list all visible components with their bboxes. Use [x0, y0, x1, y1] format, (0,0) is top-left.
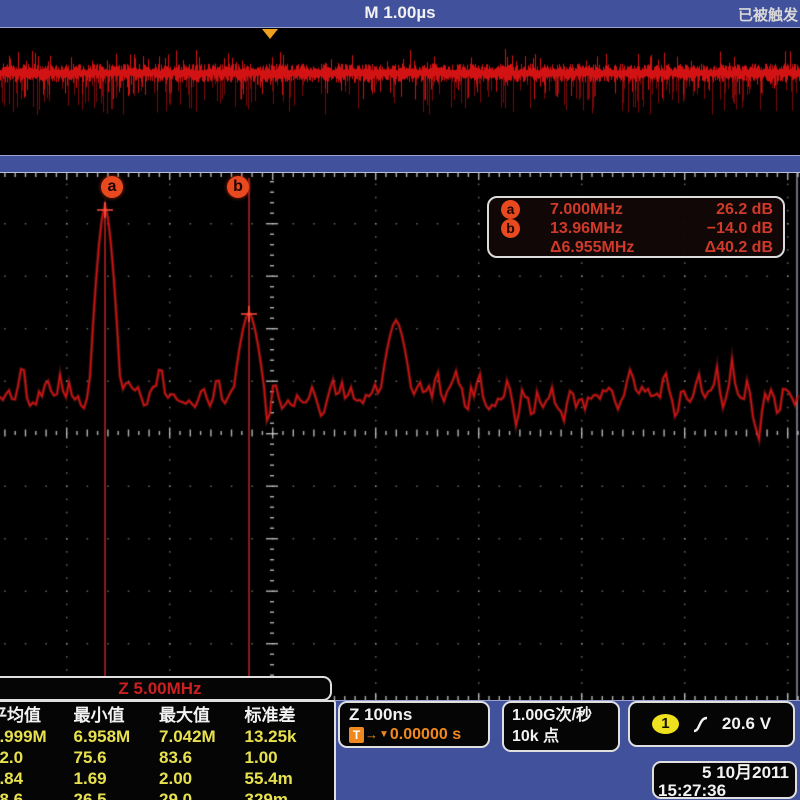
trigger-source-box: 1 20.6 V — [628, 701, 795, 747]
trigger-position-row: T → ▼ 0.00000 s — [349, 725, 488, 745]
cursor-delta-readout-row: Δ6.955MHz Δ40.2 dB — [501, 238, 773, 257]
zoom-timebase-label: Z 100ns — [349, 705, 488, 725]
cursor-delta-spacer — [501, 238, 520, 257]
cell: 1.00 — [245, 747, 334, 768]
main-timebase-label: M 1.00µs — [0, 3, 800, 23]
channel-1-badge: 1 — [652, 714, 679, 734]
cursor-delta-frequency: Δ6.955MHz — [524, 239, 681, 257]
cell: 329m — [245, 789, 334, 800]
trigger-status-label: 已被触发 — [738, 4, 798, 25]
cell: 2.00 — [159, 768, 245, 789]
cursor-b-frequency: 13.96MHz — [524, 220, 681, 238]
col-stddev-header: 标准差 — [245, 705, 334, 726]
cursor-b-badge[interactable]: b — [227, 176, 249, 198]
arrow-right-icon: → — [365, 725, 378, 745]
cursor-b-readout-row: b 13.96MHz −14.0 dB — [501, 219, 773, 238]
rising-edge-slope-icon — [692, 715, 709, 734]
cursor-a-level: 26.2 dB — [681, 201, 773, 219]
cell: 75.6 — [74, 747, 160, 768]
cell: 6.999M — [0, 726, 74, 747]
col-min-header: 最小值 — [74, 705, 160, 726]
cell: 83.6 — [159, 747, 245, 768]
cell: 1.69 — [74, 768, 160, 789]
cursor-b-level: −14.0 dB — [681, 220, 773, 238]
cursor-b-icon: b — [501, 219, 520, 238]
record-length-label: 10k 点 — [512, 726, 618, 747]
time-domain-trace-canvas — [0, 28, 800, 155]
trigger-level-value: 20.6 V — [722, 714, 771, 734]
table-row: 28.6 26.5 29.0 329m — [0, 789, 334, 800]
cell: 7.042M — [159, 726, 245, 747]
top-status-bar: M 1.00µs 已被触发 — [0, 0, 800, 28]
cell: 82.0 — [0, 747, 74, 768]
cell: 6.958M — [74, 726, 160, 747]
cell: 28.6 — [0, 789, 74, 800]
measurement-table: 平均值 最小值 最大值 标准差 6.999M 6.958M 7.042M 13.… — [0, 700, 336, 800]
cursor-delta-level: Δ40.2 dB — [681, 239, 773, 257]
trigger-position-value: 0.00000 s — [390, 725, 461, 745]
date-label: 5 10月2011 — [658, 764, 789, 782]
col-max-header: 最大值 — [159, 705, 245, 726]
trigger-t-icon: T — [349, 727, 364, 743]
trigger-position-marker-icon — [262, 29, 278, 39]
cell: 29.0 — [159, 789, 245, 800]
cursor-a-frequency: 7.000MHz — [524, 201, 681, 219]
oscilloscope-screen: M 1.00µs 已被触发 a b a 7.000MHz 26.2 dB b 1… — [0, 0, 800, 800]
down-triangle-icon: ▼ — [379, 725, 389, 745]
acquisition-status-box: 1.00G次/秒 10k 点 — [502, 701, 620, 752]
datetime-box: 5 10月2011 15:27:36 — [652, 761, 797, 799]
cell: 13.25k — [245, 726, 334, 747]
table-row: 1.84 1.69 2.00 55.4m — [0, 768, 334, 789]
cursor-a-badge[interactable]: a — [101, 176, 123, 198]
panel-divider — [0, 155, 800, 173]
cursor-a-icon: a — [501, 200, 520, 219]
cell: 55.4m — [245, 768, 334, 789]
time-label: 15:27:36 — [658, 782, 789, 800]
math-fft-scale-label: Z 5.00MHz — [0, 676, 332, 701]
col-mean-header: 平均值 — [0, 705, 74, 726]
cursor-readout-box: a 7.000MHz 26.2 dB b 13.96MHz −14.0 dB Δ… — [487, 196, 785, 258]
table-row: 82.0 75.6 83.6 1.00 — [0, 747, 334, 768]
cell: 26.5 — [74, 789, 160, 800]
measurement-table-header: 平均值 最小值 最大值 标准差 — [0, 705, 334, 726]
horizontal-status-box: Z 100ns T → ▼ 0.00000 s — [338, 701, 490, 748]
table-row: 6.999M 6.958M 7.042M 13.25k — [0, 726, 334, 747]
cursor-a-readout-row: a 7.000MHz 26.2 dB — [501, 200, 773, 219]
sample-rate-label: 1.00G次/秒 — [512, 705, 618, 726]
cell: 1.84 — [0, 768, 74, 789]
